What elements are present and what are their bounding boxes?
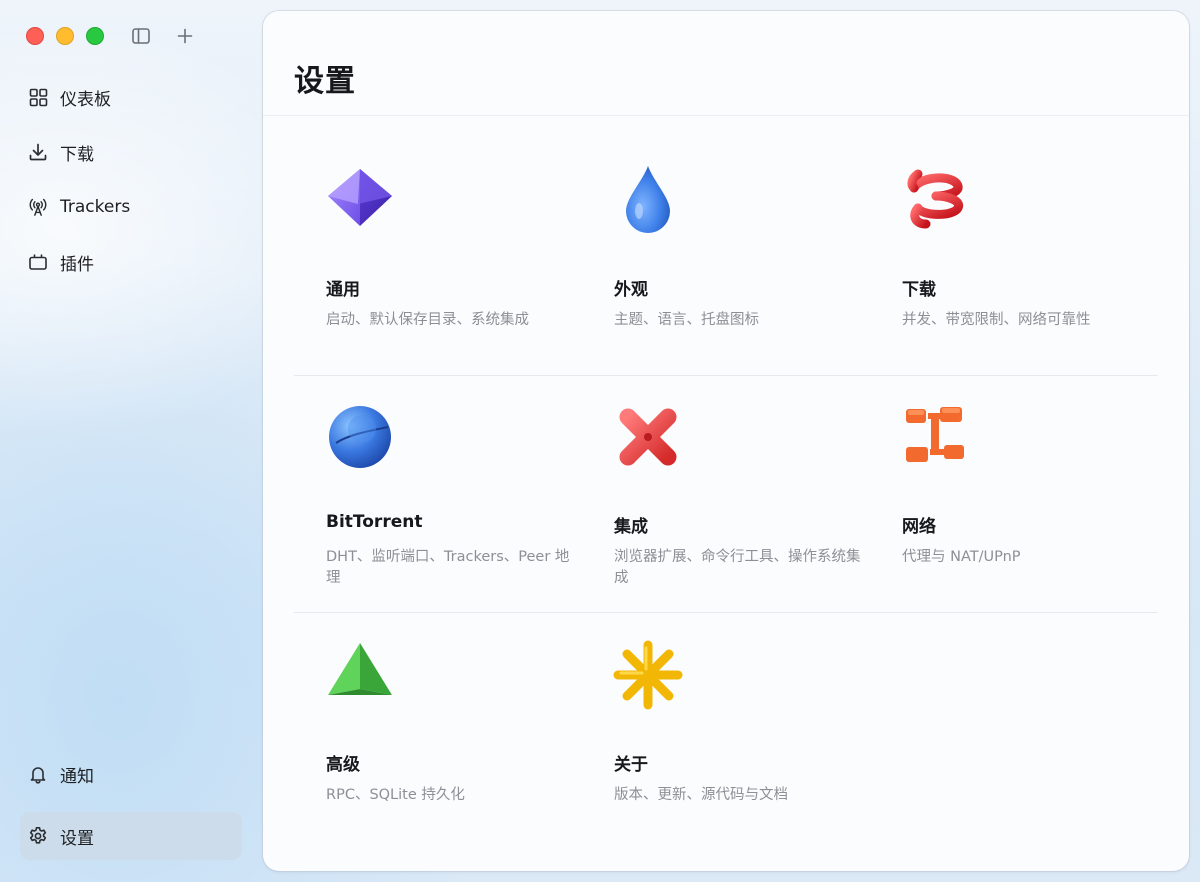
antenna-icon [28, 197, 48, 217]
card-title: 高级 [326, 755, 360, 775]
bell-icon [28, 764, 48, 784]
orange-network-icon [906, 407, 964, 462]
card-description: 版本、更新、源代码与文档 [614, 787, 788, 803]
sidebar-item-label: 设置 [60, 828, 94, 849]
card-title: 网络 [902, 517, 936, 537]
window-minimize-button[interactable] [56, 27, 74, 45]
blue-sphere-icon [329, 406, 391, 468]
settings-card-general[interactable]: 通用 启动、默认保存目录、系统集成 [324, 164, 594, 364]
settings-card-bittorrent[interactable]: BitTorrent DHT、监听端口、Trackers、Peer 地理 [324, 401, 594, 601]
window-maximize-button[interactable] [86, 27, 104, 45]
sidebar-item-downloads[interactable]: 下载 [20, 128, 242, 176]
card-title: 下载 [902, 280, 936, 300]
card-description: RPC、SQLite 持久化 [326, 787, 465, 803]
green-pyramid-icon [328, 643, 392, 695]
sidebar-item-settings[interactable]: 设置 [20, 812, 242, 860]
sidebar-item-label: 插件 [60, 254, 94, 275]
card-description: 代理与 NAT/UPnP [902, 549, 1021, 565]
settings-card-downloads[interactable]: 下载 并发、带宽限制、网络可靠性 [900, 164, 1170, 364]
card-description: DHT、监听端口、Trackers、Peer 地理 [326, 549, 570, 586]
settings-card-about[interactable]: 关于 版本、更新、源代码与文档 [612, 639, 882, 839]
sidebar-toggle-icon[interactable] [128, 23, 154, 49]
card-title: BitTorrent [326, 512, 423, 532]
sidebar-item-label: 仪表板 [60, 89, 111, 110]
sidebar-item-trackers[interactable]: Trackers [20, 183, 242, 231]
card-description: 浏览器扩展、命令行工具、操作系统集成 [614, 549, 861, 586]
sidebar-item-notifications[interactable]: 通知 [20, 750, 242, 798]
red-coil-icon [907, 169, 964, 229]
sidebar-item-dashboard[interactable]: 仪表板 [20, 73, 242, 121]
card-title: 通用 [326, 280, 360, 300]
row-divider [294, 612, 1158, 613]
settings-card-appearance[interactable]: 外观 主题、语言、托盘图标 [612, 164, 882, 364]
window-close-button[interactable] [26, 27, 44, 45]
card-description: 主题、语言、托盘图标 [614, 312, 759, 328]
download-icon [28, 142, 48, 162]
sidebar-item-label: 通知 [60, 766, 94, 787]
plus-icon[interactable] [172, 23, 198, 49]
blue-drop-icon [626, 166, 670, 233]
settings-card-integration[interactable]: 集成 浏览器扩展、命令行工具、操作系统集成 [612, 401, 882, 601]
settings-panel: 设置 通用 启动、默认保存目录、系统集成 外观 主题、语言、托盘图标 下载 并发… [263, 11, 1189, 871]
gear-icon [28, 826, 48, 846]
sidebar-item-label: 下载 [60, 144, 94, 165]
page-title: 设置 [294, 64, 356, 99]
card-title: 外观 [614, 280, 648, 300]
card-description: 启动、默认保存目录、系统集成 [326, 312, 529, 328]
card-description: 并发、带宽限制、网络可靠性 [902, 312, 1091, 328]
purple-octahedron-icon [328, 169, 392, 226]
row-divider [294, 375, 1158, 376]
dashboard-grid-icon [28, 87, 48, 107]
header-divider [263, 115, 1189, 116]
plugin-icon [28, 252, 48, 272]
red-cross-icon [619, 408, 677, 466]
card-title: 集成 [614, 517, 648, 537]
sidebar-item-label: Trackers [60, 197, 131, 217]
card-title: 关于 [614, 755, 648, 775]
settings-card-advanced[interactable]: 高级 RPC、SQLite 持久化 [324, 639, 594, 839]
yellow-star-icon [613, 640, 683, 710]
sidebar-item-plugins[interactable]: 插件 [20, 238, 242, 286]
settings-card-network[interactable]: 网络 代理与 NAT/UPnP [900, 401, 1170, 601]
